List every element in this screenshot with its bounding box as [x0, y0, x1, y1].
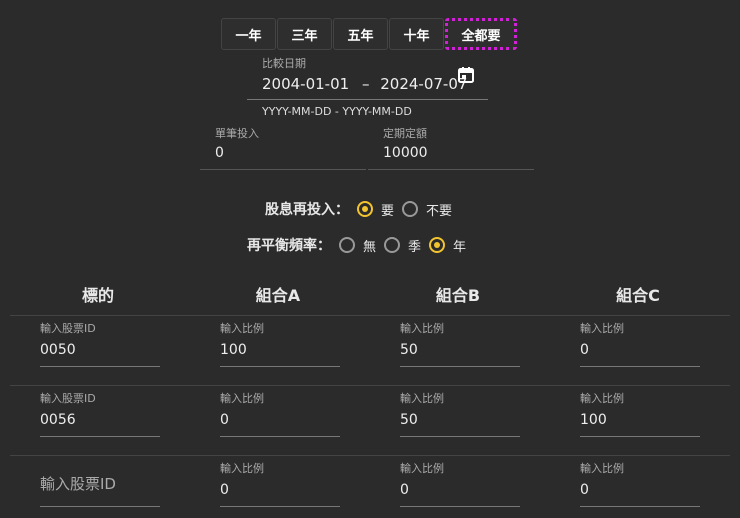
- end-date[interactable]: 2024-07-07: [380, 75, 467, 93]
- field-value[interactable]: 50: [400, 342, 418, 358]
- underline: [40, 506, 160, 507]
- date-label: 比較日期: [262, 57, 306, 70]
- field-label: 輸入比例: [220, 392, 264, 405]
- underline: [400, 366, 520, 367]
- calendar-icon[interactable]: [457, 66, 475, 88]
- field-value[interactable]: 0: [580, 342, 589, 358]
- row-divider: [10, 385, 730, 386]
- field-label: 輸入比例: [580, 322, 624, 335]
- field-value[interactable]: 0: [580, 482, 589, 498]
- dividend-group: 股息再投入： 要 不要: [265, 199, 452, 219]
- underline: [220, 506, 340, 507]
- row-divider: [10, 315, 730, 316]
- date-range-input[interactable]: 2004-01-01 – 2024-07-07: [262, 75, 467, 93]
- field-value[interactable]: 50: [400, 412, 418, 428]
- range-5y-button[interactable]: 五年: [333, 18, 388, 50]
- range-10y-button[interactable]: 十年: [389, 18, 444, 50]
- field-label: 輸入比例: [220, 322, 264, 335]
- field-value[interactable]: 0056: [40, 412, 76, 428]
- rebalance-label: 再平衡頻率：: [247, 238, 331, 254]
- field-value[interactable]: 100: [220, 342, 247, 358]
- field-value[interactable]: 0: [220, 482, 229, 498]
- rebalance-year-radio[interactable]: [429, 237, 446, 253]
- lump-label: 單筆投入: [215, 127, 259, 140]
- periodic-input[interactable]: 10000: [383, 145, 428, 161]
- header-combo-a: 組合A: [255, 286, 301, 305]
- range-all-button[interactable]: 全都要: [445, 18, 517, 50]
- dividend-no-label: 不要: [426, 203, 453, 219]
- field-placeholder[interactable]: 輸入股票ID: [40, 473, 116, 494]
- underline: [400, 436, 520, 437]
- field-label: 輸入股票ID: [40, 322, 96, 335]
- underline: [220, 366, 340, 367]
- field-label: 輸入比例: [400, 462, 444, 475]
- field-value[interactable]: 0050: [40, 342, 76, 358]
- dividend-label: 股息再投入：: [265, 202, 349, 218]
- rebalance-none-label: 無: [363, 239, 377, 255]
- underline: [580, 366, 700, 367]
- range-3y-button[interactable]: 三年: [277, 18, 332, 50]
- range-buttons: 一年 三年 五年 十年 全都要: [221, 18, 518, 50]
- field-value[interactable]: 0: [400, 482, 409, 498]
- field-label: 輸入比例: [580, 392, 624, 405]
- date-underline: [247, 99, 488, 100]
- underline: [40, 436, 160, 437]
- field-value[interactable]: 100: [580, 412, 607, 428]
- rebalance-quarter-label: 季: [408, 239, 422, 255]
- rebalance-year-label: 年: [453, 239, 467, 255]
- row-divider: [10, 455, 730, 456]
- range-1y-button[interactable]: 一年: [221, 18, 276, 50]
- underline: [580, 436, 700, 437]
- dividend-yes-label: 要: [381, 203, 395, 219]
- field-label: 輸入比例: [400, 322, 444, 335]
- header-combo-b: 組合B: [435, 286, 481, 305]
- rebalance-none-radio[interactable]: [339, 237, 355, 253]
- rebalance-quarter-radio[interactable]: [384, 237, 401, 253]
- date-hint: YYYY-MM-DD - YYYY-MM-DD: [262, 105, 412, 118]
- periodic-label: 定期定額: [383, 127, 427, 140]
- header-combo-c: 組合C: [616, 286, 660, 305]
- underline: [400, 506, 520, 507]
- field-label: 輸入股票ID: [40, 392, 96, 405]
- underline: [220, 436, 340, 437]
- underline: [580, 506, 700, 507]
- field-label: 輸入比例: [220, 462, 264, 475]
- field-value[interactable]: 0: [220, 412, 229, 428]
- field-label: 輸入比例: [400, 392, 444, 405]
- field-label: 輸入比例: [580, 462, 624, 475]
- date-separator: –: [361, 75, 370, 93]
- lump-input[interactable]: 0: [215, 145, 224, 161]
- start-date[interactable]: 2004-01-01: [262, 75, 349, 93]
- lump-underline: [200, 169, 366, 170]
- dividend-no-radio[interactable]: [402, 201, 419, 217]
- rebalance-group: 再平衡頻率： 無 季 年: [247, 235, 466, 255]
- dividend-yes-radio[interactable]: [357, 201, 373, 217]
- header-target: 標的: [81, 286, 114, 305]
- periodic-underline: [368, 169, 534, 170]
- underline: [40, 366, 160, 367]
